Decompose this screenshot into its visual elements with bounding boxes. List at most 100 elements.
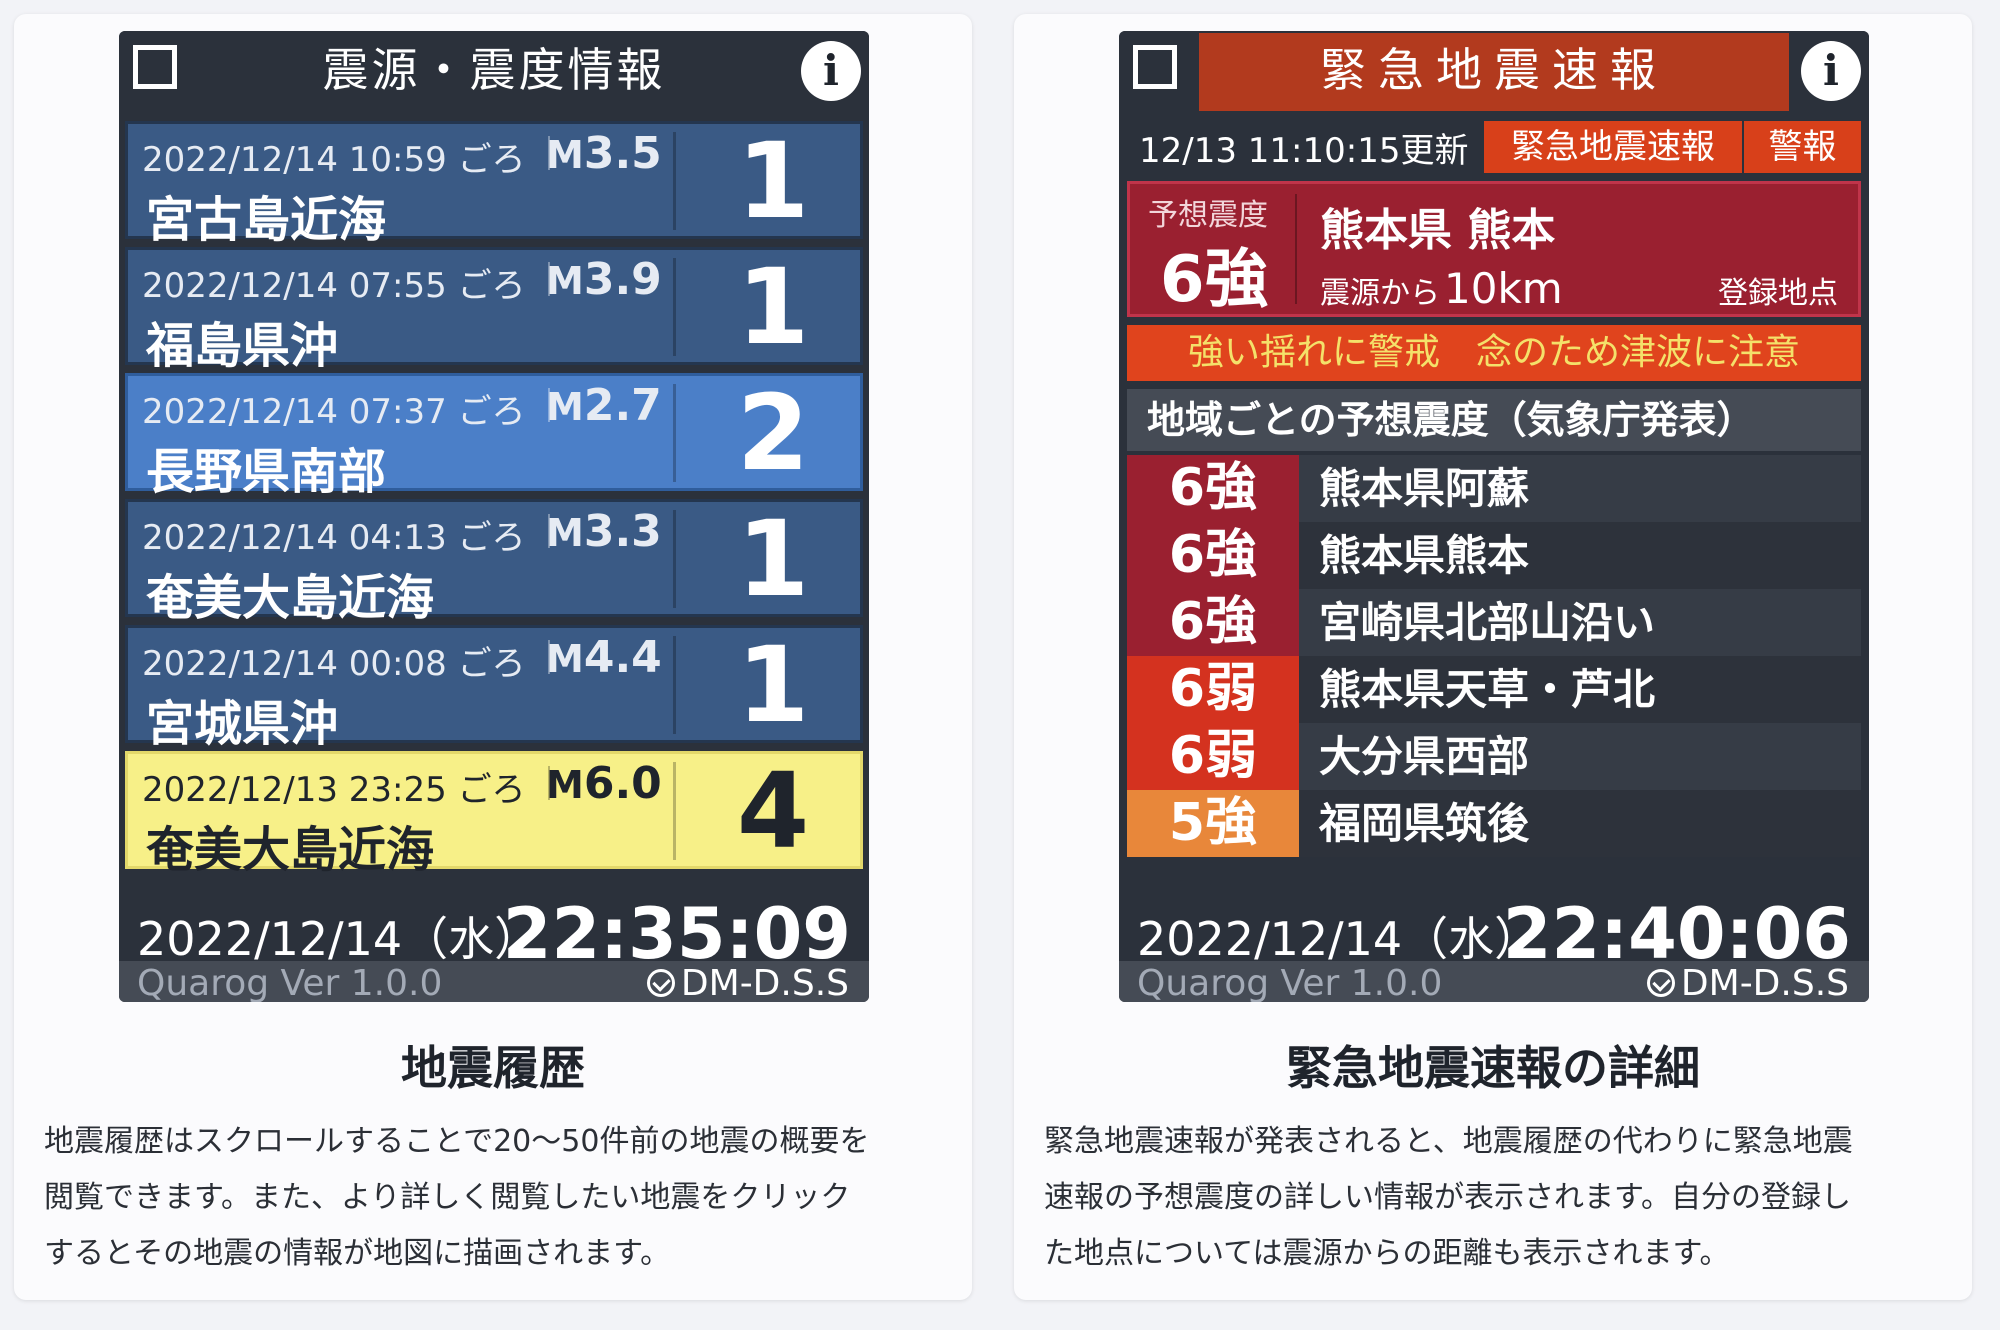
widget-title: 緊急地震速報 bbox=[1320, 43, 1668, 97]
entry-place: 福島県沖 bbox=[146, 318, 339, 374]
version-label: Quarog Ver 1.0.0 bbox=[1137, 963, 1443, 1002]
region-intensity: 6強 bbox=[1127, 589, 1299, 656]
widget-footer: Quarog Ver 1.0.0 DM-D.S.S bbox=[119, 961, 869, 1002]
eew-tag: 緊急地震速報 bbox=[1484, 121, 1742, 173]
entry-intensity: 2 bbox=[736, 372, 810, 494]
region-name: 熊本県天草・芦北 bbox=[1299, 656, 1861, 723]
history-card: 震源・震度情報 i 2022/12/14 10:59 ごろ M3.5 宮古島近海 1 2… bbox=[14, 14, 972, 1300]
entry-place: 奄美大島近海 bbox=[146, 570, 435, 626]
card-title: 緊急地震速報の詳細 bbox=[1286, 1041, 1700, 1095]
history-entry[interactable]: 2022/12/14 00:08 ごろ M4.4 宮城県沖 1 bbox=[125, 624, 863, 752]
region-name: 熊本県阿蘇 bbox=[1299, 455, 1861, 522]
divider bbox=[1295, 194, 1297, 304]
alert-bar: 強い揺れに警戒 念のため津波に注意 bbox=[1127, 325, 1861, 381]
region-name: 熊本県熊本 bbox=[1299, 522, 1861, 589]
forecast-intensity: 6強 bbox=[1160, 243, 1269, 317]
divider bbox=[673, 510, 676, 608]
desc-line: 地震履歴はスクロールすることで20〜50件前の地震の概要を bbox=[44, 1124, 870, 1159]
info-icon[interactable]: i bbox=[1801, 41, 1861, 101]
entry-magnitude: M4.4 bbox=[546, 632, 662, 683]
region-name: 大分県西部 bbox=[1299, 723, 1861, 790]
widget-header: 震源・震度情報 i bbox=[119, 31, 869, 113]
update-time: 12/13 11:10:15更新 bbox=[1139, 131, 1469, 171]
divider bbox=[673, 762, 676, 860]
region-intensity: 6弱 bbox=[1127, 656, 1299, 723]
distance-value: 10km bbox=[1444, 264, 1563, 313]
card-description: 緊急地震速報が発表されると、地震履歴の代わりに緊急地震 速報の予想震度の詳しい情… bbox=[1044, 1114, 1954, 1282]
entry-place: 奄美大島近海 bbox=[146, 822, 435, 878]
desc-line: た地点については震源からの距離も表示されます。 bbox=[1044, 1236, 1730, 1271]
entry-time: 2022/12/14 10:59 ごろ bbox=[142, 140, 526, 180]
brand-label: DM-D.S.S bbox=[646, 963, 849, 1002]
entry-intensity: 1 bbox=[736, 246, 810, 368]
entry-magnitude: M2.7 bbox=[546, 380, 662, 431]
entry-magnitude: M6.0 bbox=[546, 758, 662, 809]
history-entry[interactable]: 2022/12/14 10:59 ごろ M3.5 宮古島近海 1 bbox=[125, 120, 863, 248]
entry-time: 2022/12/14 07:37 ごろ bbox=[142, 392, 526, 432]
check-circle-icon bbox=[1646, 969, 1675, 997]
entry-time: 2022/12/14 00:08 ごろ bbox=[142, 644, 526, 684]
desc-line: 閲覧できます。また、より詳しく閲覧したい地震をクリック bbox=[44, 1180, 851, 1215]
widget-title: 震源・震度情報 bbox=[322, 43, 666, 97]
region-row: 6弱 大分県西部 bbox=[1127, 723, 1861, 790]
region-intensity: 6強 bbox=[1127, 455, 1299, 522]
eew-summary: 予想震度 6強 熊本県 熊本 震源から10km 登録地点 bbox=[1127, 181, 1861, 317]
registered-label: 登録地点 bbox=[1718, 276, 1838, 311]
divider bbox=[673, 258, 676, 356]
desc-line: するとその地震の情報が地図に描画されます。 bbox=[44, 1236, 671, 1271]
entry-time: 2022/12/13 23:25 ごろ bbox=[142, 770, 526, 810]
brand-text: DM-D.S.S bbox=[1680, 963, 1849, 1002]
history-entry[interactable]: 2022/12/14 07:55 ごろ M3.9 福島県沖 1 bbox=[125, 246, 863, 374]
region-intensity: 5強 bbox=[1127, 790, 1299, 857]
distance-row: 震源から10km bbox=[1320, 264, 1563, 313]
card-description: 地震履歴はスクロールすることで20〜50件前の地震の概要を 閲覧できます。また、… bbox=[44, 1114, 954, 1282]
divider bbox=[673, 636, 676, 734]
entry-intensity: 1 bbox=[736, 120, 810, 242]
warning-tag: 警報 bbox=[1744, 121, 1861, 173]
divider bbox=[673, 132, 676, 230]
entry-place: 宮古島近海 bbox=[146, 192, 387, 248]
region-row: 6強 熊本県熊本 bbox=[1127, 522, 1861, 589]
region-row: 6強 熊本県阿蘇 bbox=[1127, 455, 1861, 522]
entry-time: 2022/12/14 04:13 ごろ bbox=[142, 518, 526, 558]
clock-date: 2022/12/14（水） bbox=[137, 912, 541, 966]
entry-magnitude: M3.5 bbox=[546, 128, 662, 179]
toggle-checkbox[interactable] bbox=[1133, 45, 1177, 89]
desc-line: 速報の予想震度の詳しい情報が表示されます。自分の登録し bbox=[1044, 1180, 1851, 1215]
regions-header: 地域ごとの予想震度（気象庁発表） bbox=[1127, 389, 1861, 451]
info-icon[interactable]: i bbox=[801, 41, 861, 101]
entry-intensity: 1 bbox=[736, 498, 810, 620]
history-widget: 震源・震度情報 i 2022/12/14 10:59 ごろ M3.5 宮古島近海 1 2… bbox=[119, 31, 869, 1002]
widget-footer: Quarog Ver 1.0.0 DM-D.S.S bbox=[1119, 961, 1869, 1002]
brand-text: DM-D.S.S bbox=[680, 963, 849, 1002]
history-entry[interactable]: 2022/12/14 07:37 ごろ M2.7 長野県南部 2 bbox=[125, 372, 863, 500]
update-row: 12/13 11:10:15更新 緊急地震速報 警報 bbox=[1119, 113, 1869, 175]
region-name: 福岡県筑後 bbox=[1299, 790, 1861, 857]
eew-widget: 緊急地震速報 i 12/13 11:10:15更新 緊急地震速報 警報 予想震度… bbox=[1119, 31, 1869, 1002]
desc-line: 緊急地震速報が発表されると、地震履歴の代わりに緊急地震 bbox=[1044, 1124, 1853, 1159]
brand-label: DM-D.S.S bbox=[1646, 963, 1849, 1002]
divider bbox=[673, 384, 676, 482]
region-row: 6弱 熊本県天草・芦北 bbox=[1127, 656, 1861, 723]
card-title: 地震履歴 bbox=[401, 1041, 585, 1095]
history-entry[interactable]: 2022/12/13 23:25 ごろ M6.0 奄美大島近海 4 bbox=[125, 750, 863, 878]
history-entry[interactable]: 2022/12/14 04:13 ごろ M3.3 奄美大島近海 1 bbox=[125, 498, 863, 626]
entry-place: 宮城県沖 bbox=[146, 696, 339, 752]
entry-time: 2022/12/14 07:55 ごろ bbox=[142, 266, 526, 306]
entry-intensity: 4 bbox=[736, 750, 810, 872]
region-name: 宮崎県北部山沿い bbox=[1299, 589, 1861, 656]
entry-magnitude: M3.3 bbox=[546, 506, 662, 557]
toggle-checkbox[interactable] bbox=[133, 45, 177, 89]
eew-card: 緊急地震速報 i 12/13 11:10:15更新 緊急地震速報 警報 予想震度… bbox=[1014, 14, 1972, 1300]
region-intensity: 6強 bbox=[1127, 522, 1299, 589]
region-intensity: 6弱 bbox=[1127, 723, 1299, 790]
entry-intensity: 1 bbox=[736, 624, 810, 746]
registered-location: 熊本県 熊本 bbox=[1320, 205, 1556, 256]
clock-date: 2022/12/14（水） bbox=[1137, 912, 1541, 966]
widget-header: 緊急地震速報 i bbox=[1119, 31, 1869, 113]
region-row: 6強 宮崎県北部山沿い bbox=[1127, 589, 1861, 656]
region-row: 5強 福岡県筑後 bbox=[1127, 790, 1861, 857]
entry-place: 長野県南部 bbox=[146, 444, 387, 500]
check-circle-icon bbox=[646, 969, 675, 997]
entry-magnitude: M3.9 bbox=[546, 254, 662, 305]
